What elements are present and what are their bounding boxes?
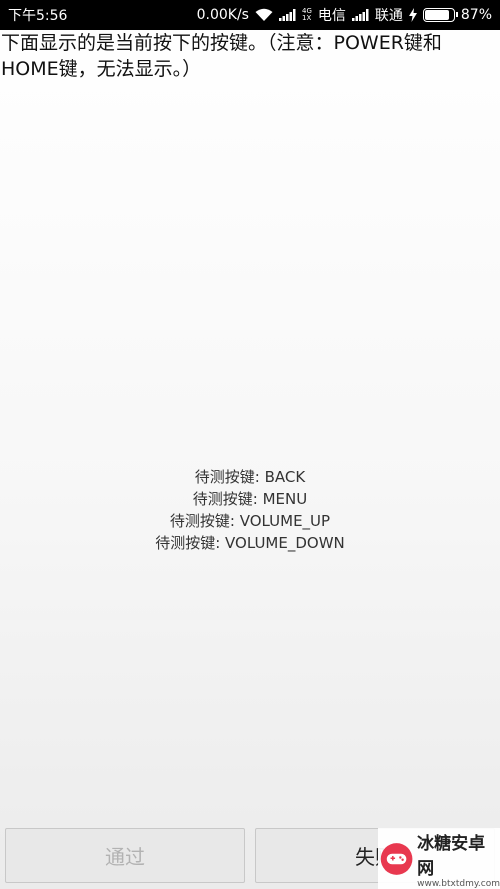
status-bar: 下午5:56 0.00K/s 4G 1X 电信 联通 87% (0, 0, 500, 30)
clock: 下午5:56 (8, 8, 68, 24)
pending-key-item: 待测按键: VOLUME_UP (169, 512, 331, 530)
signal-icon-1 (278, 9, 296, 21)
wifi-icon (255, 8, 273, 21)
carrier-2-label: 联通 (374, 8, 403, 24)
pending-key-item: 待测按键: MENU (192, 490, 308, 508)
signal-icon-2 (351, 9, 369, 21)
pass-button[interactable]: 通过 (5, 828, 245, 883)
pending-key-list: 待测按键: BACK 待测按键: MENU 待测按键: VOLUME_UP 待测… (0, 466, 500, 554)
gamepad-logo-icon (380, 842, 413, 875)
watermark-title: 冰糖安卓网 (417, 833, 486, 879)
battery-level-fill (424, 10, 450, 20)
status-icons: 0.00K/s 4G 1X 电信 联通 87% (197, 5, 492, 25)
battery-icon (422, 8, 458, 22)
network-speed: 0.00K/s (196, 7, 249, 23)
network-type-badge: 4G 1X (301, 7, 312, 22)
pending-key-item: 待测按键: BACK (194, 468, 306, 486)
carrier-1-label: 电信 (317, 8, 346, 24)
instruction-text: 下面显示的是当前按下的按键。（注意：POWER键和HOME键，无法显示。） (1, 32, 442, 80)
watermark-text: 冰糖安卓网 www.btxtdmy.com (417, 829, 500, 889)
battery-percent: 87% (460, 7, 492, 23)
pending-key-item: 待测按键: VOLUME_DOWN (155, 534, 345, 552)
watermark-url: www.btxtdmy.com (417, 878, 500, 889)
charging-icon (408, 8, 417, 22)
site-watermark: 冰糖安卓网 www.btxtdmy.com (378, 828, 500, 889)
